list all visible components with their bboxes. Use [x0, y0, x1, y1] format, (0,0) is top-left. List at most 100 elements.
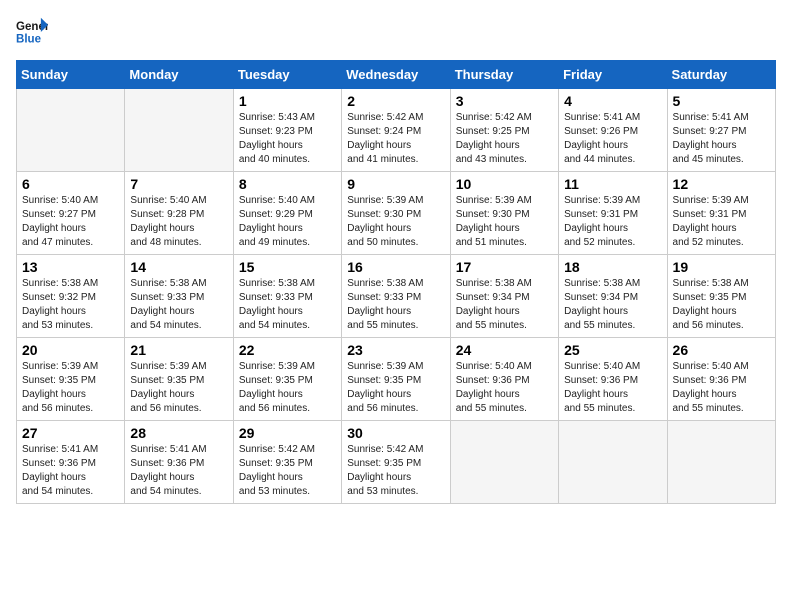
day-info: Sunrise: 5:40 AMSunset: 9:27 PMDaylight …	[22, 194, 119, 250]
day-info: Sunrise: 5:39 AMSunset: 9:35 PMDaylight …	[22, 360, 119, 416]
calendar-day-cell: 30 Sunrise: 5:42 AMSunset: 9:35 PMDaylig…	[342, 421, 450, 504]
calendar-day-header: Tuesday	[233, 61, 341, 89]
day-info: Sunrise: 5:42 AMSunset: 9:35 PMDaylight …	[347, 443, 444, 499]
calendar-header-row: SundayMondayTuesdayWednesdayThursdayFrid…	[17, 61, 776, 89]
calendar-day-cell: 3 Sunrise: 5:42 AMSunset: 9:25 PMDayligh…	[450, 89, 558, 172]
day-number: 2	[347, 93, 444, 109]
day-number: 19	[673, 259, 770, 275]
day-number: 1	[239, 93, 336, 109]
day-number: 28	[130, 425, 227, 441]
day-number: 4	[564, 93, 661, 109]
calendar-day-cell: 2 Sunrise: 5:42 AMSunset: 9:24 PMDayligh…	[342, 89, 450, 172]
day-number: 11	[564, 176, 661, 192]
day-info: Sunrise: 5:43 AMSunset: 9:23 PMDaylight …	[239, 111, 336, 167]
day-number: 9	[347, 176, 444, 192]
day-info: Sunrise: 5:40 AMSunset: 9:36 PMDaylight …	[564, 360, 661, 416]
day-number: 7	[130, 176, 227, 192]
calendar-day-cell: 1 Sunrise: 5:43 AMSunset: 9:23 PMDayligh…	[233, 89, 341, 172]
logo-icon: General Blue	[16, 16, 48, 48]
calendar-day-header: Monday	[125, 61, 233, 89]
day-number: 29	[239, 425, 336, 441]
calendar-day-cell: 26 Sunrise: 5:40 AMSunset: 9:36 PMDaylig…	[667, 338, 775, 421]
day-number: 27	[22, 425, 119, 441]
day-info: Sunrise: 5:38 AMSunset: 9:33 PMDaylight …	[130, 277, 227, 333]
day-number: 6	[22, 176, 119, 192]
day-info: Sunrise: 5:39 AMSunset: 9:30 PMDaylight …	[347, 194, 444, 250]
day-info: Sunrise: 5:39 AMSunset: 9:31 PMDaylight …	[673, 194, 770, 250]
day-info: Sunrise: 5:42 AMSunset: 9:35 PMDaylight …	[239, 443, 336, 499]
calendar-day-cell: 29 Sunrise: 5:42 AMSunset: 9:35 PMDaylig…	[233, 421, 341, 504]
day-info: Sunrise: 5:38 AMSunset: 9:32 PMDaylight …	[22, 277, 119, 333]
logo: General Blue	[16, 16, 48, 48]
calendar-day-cell: 17 Sunrise: 5:38 AMSunset: 9:34 PMDaylig…	[450, 255, 558, 338]
calendar-day-cell: 15 Sunrise: 5:38 AMSunset: 9:33 PMDaylig…	[233, 255, 341, 338]
calendar-day-cell: 12 Sunrise: 5:39 AMSunset: 9:31 PMDaylig…	[667, 172, 775, 255]
svg-text:Blue: Blue	[16, 34, 42, 46]
calendar-day-cell: 9 Sunrise: 5:39 AMSunset: 9:30 PMDayligh…	[342, 172, 450, 255]
day-number: 24	[456, 342, 553, 358]
day-number: 23	[347, 342, 444, 358]
calendar-day-cell: 25 Sunrise: 5:40 AMSunset: 9:36 PMDaylig…	[559, 338, 667, 421]
calendar-day-cell: 20 Sunrise: 5:39 AMSunset: 9:35 PMDaylig…	[17, 338, 125, 421]
calendar-day-header: Friday	[559, 61, 667, 89]
day-info: Sunrise: 5:39 AMSunset: 9:35 PMDaylight …	[130, 360, 227, 416]
day-number: 25	[564, 342, 661, 358]
day-number: 3	[456, 93, 553, 109]
calendar-day-cell: 11 Sunrise: 5:39 AMSunset: 9:31 PMDaylig…	[559, 172, 667, 255]
day-number: 20	[22, 342, 119, 358]
day-info: Sunrise: 5:39 AMSunset: 9:31 PMDaylight …	[564, 194, 661, 250]
calendar-day-cell: 4 Sunrise: 5:41 AMSunset: 9:26 PMDayligh…	[559, 89, 667, 172]
day-info: Sunrise: 5:41 AMSunset: 9:36 PMDaylight …	[22, 443, 119, 499]
day-info: Sunrise: 5:40 AMSunset: 9:28 PMDaylight …	[130, 194, 227, 250]
calendar-day-cell: 27 Sunrise: 5:41 AMSunset: 9:36 PMDaylig…	[17, 421, 125, 504]
day-number: 30	[347, 425, 444, 441]
day-number: 8	[239, 176, 336, 192]
calendar-day-header: Sunday	[17, 61, 125, 89]
calendar-week-row: 13 Sunrise: 5:38 AMSunset: 9:32 PMDaylig…	[17, 255, 776, 338]
day-number: 12	[673, 176, 770, 192]
day-info: Sunrise: 5:41 AMSunset: 9:36 PMDaylight …	[130, 443, 227, 499]
day-number: 17	[456, 259, 553, 275]
day-number: 21	[130, 342, 227, 358]
calendar-day-cell: 24 Sunrise: 5:40 AMSunset: 9:36 PMDaylig…	[450, 338, 558, 421]
calendar-day-header: Wednesday	[342, 61, 450, 89]
calendar-week-row: 27 Sunrise: 5:41 AMSunset: 9:36 PMDaylig…	[17, 421, 776, 504]
calendar-week-row: 20 Sunrise: 5:39 AMSunset: 9:35 PMDaylig…	[17, 338, 776, 421]
day-info: Sunrise: 5:38 AMSunset: 9:34 PMDaylight …	[564, 277, 661, 333]
day-info: Sunrise: 5:42 AMSunset: 9:24 PMDaylight …	[347, 111, 444, 167]
day-number: 15	[239, 259, 336, 275]
day-info: Sunrise: 5:41 AMSunset: 9:27 PMDaylight …	[673, 111, 770, 167]
page-header: General Blue	[16, 16, 776, 48]
calendar-day-cell: 13 Sunrise: 5:38 AMSunset: 9:32 PMDaylig…	[17, 255, 125, 338]
day-number: 13	[22, 259, 119, 275]
calendar-week-row: 6 Sunrise: 5:40 AMSunset: 9:27 PMDayligh…	[17, 172, 776, 255]
day-number: 22	[239, 342, 336, 358]
calendar-day-cell: 28 Sunrise: 5:41 AMSunset: 9:36 PMDaylig…	[125, 421, 233, 504]
calendar-day-cell: 22 Sunrise: 5:39 AMSunset: 9:35 PMDaylig…	[233, 338, 341, 421]
day-info: Sunrise: 5:40 AMSunset: 9:36 PMDaylight …	[456, 360, 553, 416]
calendar-body: 1 Sunrise: 5:43 AMSunset: 9:23 PMDayligh…	[17, 89, 776, 504]
calendar-day-cell	[559, 421, 667, 504]
calendar-day-cell: 5 Sunrise: 5:41 AMSunset: 9:27 PMDayligh…	[667, 89, 775, 172]
calendar-day-cell: 14 Sunrise: 5:38 AMSunset: 9:33 PMDaylig…	[125, 255, 233, 338]
calendar-day-cell: 16 Sunrise: 5:38 AMSunset: 9:33 PMDaylig…	[342, 255, 450, 338]
calendar-day-header: Saturday	[667, 61, 775, 89]
calendar-day-cell	[17, 89, 125, 172]
calendar-table: SundayMondayTuesdayWednesdayThursdayFrid…	[16, 60, 776, 504]
calendar-day-header: Thursday	[450, 61, 558, 89]
calendar-day-cell	[450, 421, 558, 504]
calendar-day-cell: 21 Sunrise: 5:39 AMSunset: 9:35 PMDaylig…	[125, 338, 233, 421]
calendar-day-cell: 8 Sunrise: 5:40 AMSunset: 9:29 PMDayligh…	[233, 172, 341, 255]
calendar-day-cell	[667, 421, 775, 504]
day-info: Sunrise: 5:39 AMSunset: 9:35 PMDaylight …	[239, 360, 336, 416]
day-info: Sunrise: 5:38 AMSunset: 9:33 PMDaylight …	[347, 277, 444, 333]
day-info: Sunrise: 5:38 AMSunset: 9:35 PMDaylight …	[673, 277, 770, 333]
calendar-day-cell: 7 Sunrise: 5:40 AMSunset: 9:28 PMDayligh…	[125, 172, 233, 255]
day-number: 26	[673, 342, 770, 358]
day-info: Sunrise: 5:38 AMSunset: 9:34 PMDaylight …	[456, 277, 553, 333]
day-number: 10	[456, 176, 553, 192]
calendar-day-cell: 19 Sunrise: 5:38 AMSunset: 9:35 PMDaylig…	[667, 255, 775, 338]
calendar-day-cell: 10 Sunrise: 5:39 AMSunset: 9:30 PMDaylig…	[450, 172, 558, 255]
day-info: Sunrise: 5:39 AMSunset: 9:30 PMDaylight …	[456, 194, 553, 250]
day-info: Sunrise: 5:40 AMSunset: 9:36 PMDaylight …	[673, 360, 770, 416]
